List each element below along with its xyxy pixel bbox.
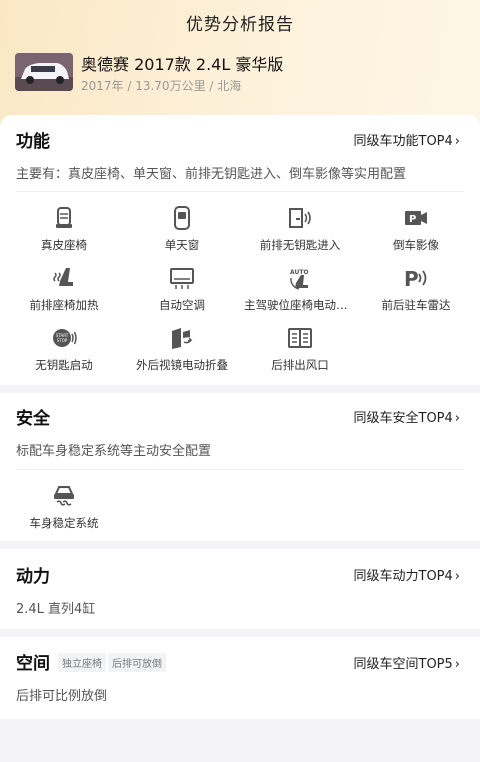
sunroof-icon xyxy=(174,206,190,230)
feature-label: 倒车影像 xyxy=(393,238,439,252)
chevron-right-icon: › xyxy=(454,411,460,426)
section-title: 功能 xyxy=(16,132,50,152)
svg-text:AUTO: AUTO xyxy=(290,269,309,276)
power-card: 动力 同级车动力TOP4 › 2.4L 直列4缸 xyxy=(0,549,480,629)
seat-heating-icon xyxy=(53,268,73,286)
section-desc: 标配车身稳定系统等主动安全配置 xyxy=(16,444,212,459)
section-desc: 主要有：真皮座椅、单天窗、前排无钥匙进入、倒车影像等实用配置 xyxy=(16,167,407,182)
section-title: 安全 xyxy=(16,409,50,429)
feature-keyless-start[interactable]: START STOP 无钥匙启动 xyxy=(4,325,124,373)
feature-label: 车身稳定系统 xyxy=(29,516,99,530)
feature-label: 后排出风口 xyxy=(271,358,329,372)
feature-label: 前排座椅加热 xyxy=(29,298,99,312)
leather-seat-icon xyxy=(56,207,72,228)
reverse-camera-icon: P xyxy=(405,211,427,225)
parking-radar-icon: P xyxy=(404,267,427,291)
space-tag: 后排可放倒 xyxy=(108,653,166,672)
start-stop-icon: START STOP xyxy=(53,329,77,347)
function-card: 功能 同级车功能TOP4 › 主要有：真皮座椅、单天窗、前排无钥匙进入、倒车影像等… xyxy=(0,115,480,385)
car-thumbnail[interactable] xyxy=(15,53,73,91)
car-image xyxy=(15,53,73,91)
space-card: 空间 独立座椅 后排可放倒 同级车空间TOP5 › 后排可比例放倒 xyxy=(0,637,480,719)
feature-label: 主驾驶位座椅电动调节 xyxy=(244,298,359,312)
chevron-right-icon: › xyxy=(454,569,460,584)
rear-vent-icon xyxy=(288,328,312,348)
svg-text:P: P xyxy=(409,214,416,225)
section-title: 动力 xyxy=(16,567,50,587)
keyless-entry-icon xyxy=(289,208,311,228)
safety-top-link[interactable]: 同级车安全TOP4 › xyxy=(354,407,461,426)
section-desc: 后排可比例放倒 xyxy=(16,689,108,704)
feature-stability-control[interactable]: 车身稳定系统 xyxy=(4,483,124,531)
chevron-right-icon: › xyxy=(454,134,460,149)
feature-seat-heating[interactable]: 前排座椅加热 xyxy=(4,265,124,313)
feature-auto-ac[interactable]: 自动空调 xyxy=(122,265,242,313)
power-seat-icon: AUTO xyxy=(290,269,309,290)
space-tag: 独立座椅 xyxy=(58,653,106,672)
feature-label: 单天窗 xyxy=(164,238,200,252)
svg-text:P: P xyxy=(404,267,419,291)
function-top-link[interactable]: 同级车功能TOP4 › xyxy=(354,130,461,149)
feature-mirror-fold[interactable]: 外后视镜电动折叠 xyxy=(122,325,242,373)
feature-label: 真皮座椅 xyxy=(41,238,87,252)
section-title: 空间 xyxy=(16,654,50,674)
feature-label: 前排无钥匙进入 xyxy=(259,238,341,252)
feature-keyless-entry[interactable]: 前排无钥匙进入 xyxy=(240,205,360,253)
feature-reverse-camera[interactable]: P 倒车影像 xyxy=(356,205,476,253)
stability-control-icon xyxy=(54,486,74,506)
chevron-right-icon: › xyxy=(454,657,460,672)
safety-card: 安全 同级车安全TOP4 › 标配车身稳定系统等主动安全配置 车身稳定系统 xyxy=(0,393,480,541)
divider xyxy=(16,191,464,192)
mirror-fold-icon xyxy=(172,328,193,349)
power-top-link[interactable]: 同级车动力TOP4 › xyxy=(354,565,461,584)
svg-text:STOP: STOP xyxy=(57,338,68,343)
space-top-link[interactable]: 同级车空间TOP5 › xyxy=(354,653,461,672)
feature-label: 无钥匙启动 xyxy=(35,358,93,372)
feature-sunroof[interactable]: 单天窗 xyxy=(122,205,242,253)
divider xyxy=(16,469,464,470)
feature-parking-radar[interactable]: P 前后驻车雷达 xyxy=(356,265,476,313)
page-title: 优势分析报告 xyxy=(186,15,294,35)
feature-rear-vent[interactable]: 后排出风口 xyxy=(240,325,360,373)
car-meta: 2017年 / 13.70万公里 / 北海 xyxy=(81,79,242,93)
feature-label: 外后视镜电动折叠 xyxy=(136,358,228,372)
auto-ac-icon xyxy=(170,268,194,289)
feature-label: 自动空调 xyxy=(159,298,205,312)
feature-leather-seat[interactable]: 真皮座椅 xyxy=(4,205,124,253)
car-title: 奥德赛 2017款 2.4L 豪华版 xyxy=(81,55,284,74)
feature-label: 前后驻车雷达 xyxy=(381,298,451,312)
feature-power-seat[interactable]: AUTO 主驾驶位座椅电动调节 xyxy=(240,265,360,313)
section-desc: 2.4L 直列4缸 xyxy=(16,602,96,617)
